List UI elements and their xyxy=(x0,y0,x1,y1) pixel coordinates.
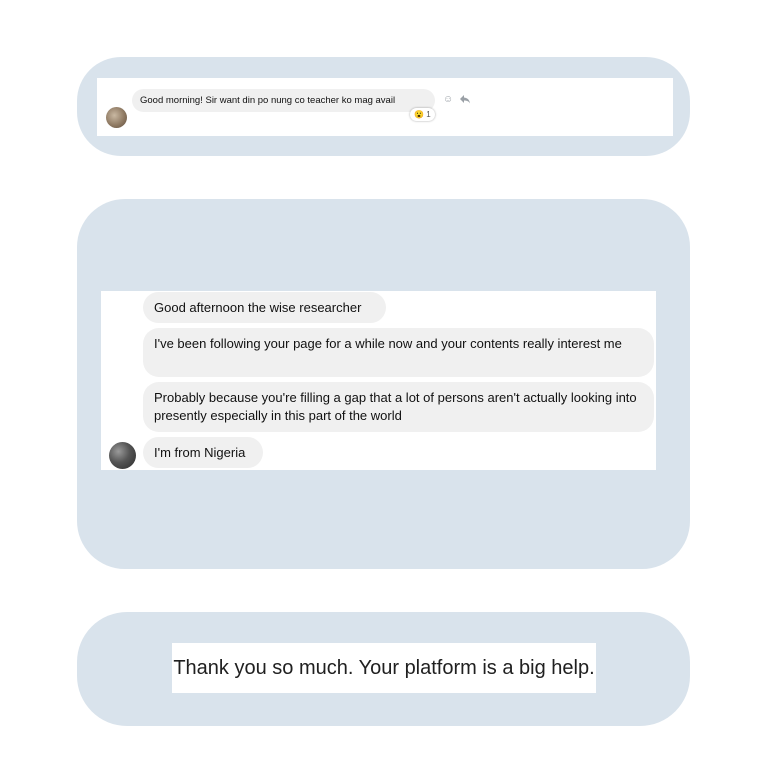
sender-avatar xyxy=(106,107,127,128)
message-text: Probably because you're filling a gap th… xyxy=(154,390,637,423)
message-bubble: Probably because you're filling a gap th… xyxy=(143,382,654,432)
reaction-badge[interactable]: 😮 1 xyxy=(410,108,435,121)
message-text: Good morning! Sir want din po nung co te… xyxy=(140,95,396,106)
message-text: I've been following your page for a whil… xyxy=(154,336,622,351)
smiley-icon[interactable]: ☺ xyxy=(443,93,453,107)
message-bubble: Good morning! Sir want din po nung co te… xyxy=(132,89,435,112)
reaction-count: 1 xyxy=(426,110,431,119)
message-bubble: I've been following your page for a whil… xyxy=(143,328,654,377)
message-text: I'm from Nigeria xyxy=(154,445,246,460)
message-bubble: I'm from Nigeria xyxy=(143,437,263,468)
sender-avatar xyxy=(109,442,136,469)
message-bubble: Good afternoon the wise researcher xyxy=(143,292,386,323)
message-text: Good afternoon the wise researcher xyxy=(154,300,362,315)
reply-icon[interactable] xyxy=(459,93,471,110)
surprised-emoji-icon: 😮 xyxy=(414,110,424,119)
testimonial-text: Thank you so much. Your platform is a bi… xyxy=(173,657,595,679)
